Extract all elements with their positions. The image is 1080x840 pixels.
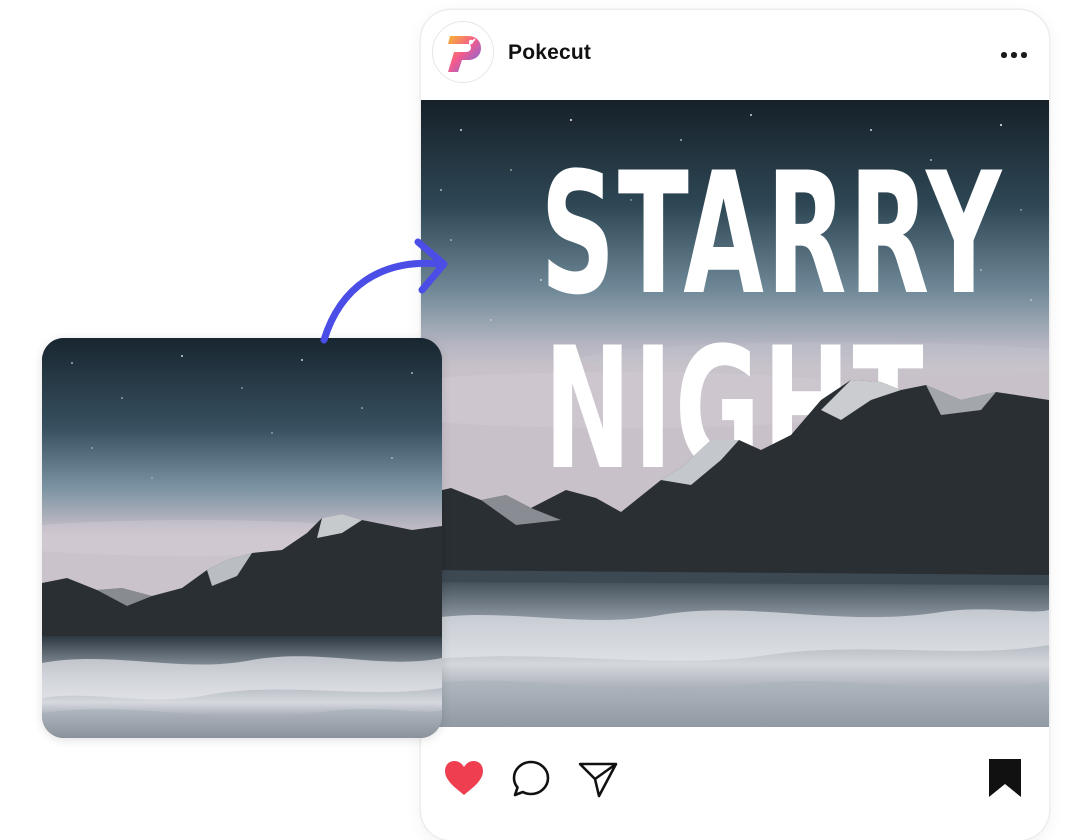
original-landscape-image <box>42 338 442 738</box>
comment-icon[interactable] <box>511 759 551 799</box>
send-icon[interactable] <box>577 759 619 799</box>
pokecut-logo-icon <box>448 36 481 72</box>
more-options-icon[interactable] <box>1001 52 1027 58</box>
post-card: Pokecut STARRY NIGHT <box>421 10 1049 840</box>
curved-arrow-icon <box>320 238 448 344</box>
post-actions-bar <box>421 727 1049 817</box>
original-photo <box>42 338 442 738</box>
bookmark-icon[interactable] <box>987 757 1023 799</box>
heart-icon[interactable] <box>443 759 485 797</box>
post-header: Pokecut <box>421 10 1049 100</box>
post-image: STARRY NIGHT <box>421 100 1049 727</box>
avatar[interactable] <box>432 21 494 83</box>
username[interactable]: Pokecut <box>508 41 591 65</box>
mountain-foreground <box>421 380 1049 585</box>
